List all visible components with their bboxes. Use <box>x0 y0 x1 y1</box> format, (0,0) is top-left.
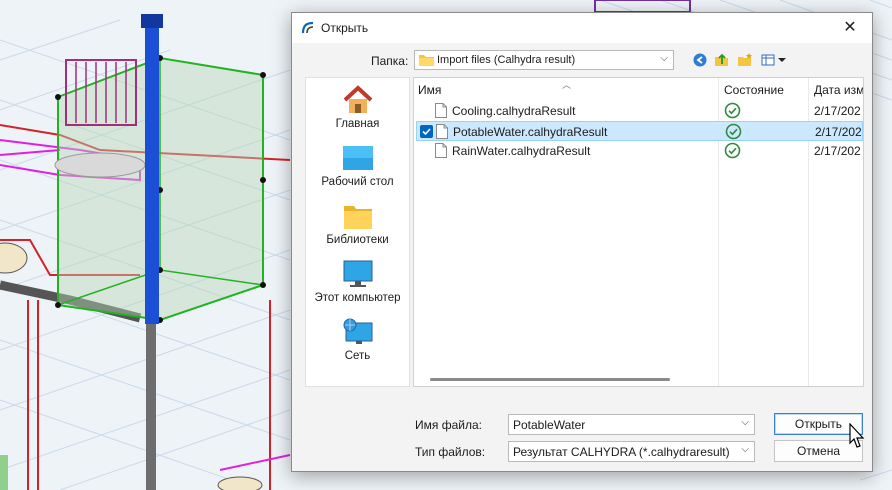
column-header-status[interactable]: Состояние <box>724 83 784 97</box>
filename-value: PotableWater <box>513 418 586 432</box>
place-this-pc[interactable]: Этот компьютер <box>306 257 409 313</box>
home-icon <box>343 85 372 113</box>
desktop-icon <box>342 146 373 170</box>
place-network[interactable]: Сеть <box>306 315 409 371</box>
close-button[interactable]: ✕ <box>828 13 872 43</box>
checkbox-checked-icon[interactable] <box>420 125 433 138</box>
chevron-down-icon: ⌵ <box>660 53 668 64</box>
network-icon <box>343 318 372 344</box>
file-name: RainWater.calhydraResult <box>452 144 591 158</box>
horizontal-scrollbar[interactable] <box>430 378 670 381</box>
app-logo-icon <box>301 21 314 34</box>
file-row[interactable]: RainWater.calhydraResult 2/17/202 <box>416 141 863 161</box>
close-icon: ✕ <box>843 19 857 36</box>
sort-ascending-icon: ︿ <box>562 80 572 90</box>
chevron-down-icon[interactable]: ⌵ <box>741 444 749 455</box>
place-label: Библиотеки <box>326 234 389 246</box>
view-menu-icon[interactable] <box>761 52 787 68</box>
document-icon <box>435 103 447 118</box>
up-folder-icon[interactable] <box>714 52 730 68</box>
place-home[interactable]: Главная <box>306 83 409 139</box>
place-libraries[interactable]: Библиотеки <box>306 199 409 255</box>
places-bar: Главная Рабочий стол Библиотеки Этот ком… <box>305 77 410 387</box>
file-row-selected[interactable]: PotableWater.calhydraResult 2/17/202 <box>416 121 863 141</box>
status-ok-icon <box>724 142 741 159</box>
new-folder-icon[interactable] <box>737 52 753 68</box>
place-label: Этот компьютер <box>314 292 401 304</box>
file-date: 2/17/202 <box>815 125 862 139</box>
filename-input[interactable]: PotableWater ⌵ <box>508 414 755 435</box>
column-header-name[interactable]: Имя <box>418 83 441 97</box>
open-file-dialog: Открыть ✕ Папка: Import files (Calhydra … <box>291 12 873 472</box>
dialog-titlebar: Открыть ✕ <box>292 13 872 43</box>
folder-icon <box>419 55 434 66</box>
libraries-icon <box>343 206 372 229</box>
dialog-title: Открыть <box>321 21 369 35</box>
status-ok-icon <box>725 123 742 140</box>
place-desktop[interactable]: Рабочий стол <box>306 141 409 197</box>
document-icon <box>435 143 447 158</box>
lookin-label: Папка: <box>371 54 409 68</box>
place-label: Сеть <box>344 350 371 362</box>
file-date: 2/17/202 <box>814 144 861 158</box>
place-label: Главная <box>335 118 380 130</box>
file-date: 2/17/202 <box>814 104 861 118</box>
status-ok-icon <box>724 102 741 119</box>
document-icon <box>436 124 448 139</box>
filetype-value: Результат CALHYDRA (*.calhydraresult) <box>513 445 730 459</box>
file-name: Cooling.calhydraResult <box>452 104 576 118</box>
this-pc-icon <box>343 260 372 287</box>
filename-label: Имя файла: <box>415 418 482 432</box>
back-icon[interactable] <box>692 52 708 68</box>
mouse-cursor-icon <box>849 423 865 448</box>
file-list[interactable]: Имя ︿ Состояние Дата изме Cooling.calhyd… <box>413 77 864 387</box>
file-name: PotableWater.calhydraResult <box>453 125 608 139</box>
filetype-select[interactable]: Результат CALHYDRA (*.calhydraresult) ⌵ <box>508 441 755 462</box>
place-label: Рабочий стол <box>321 176 394 188</box>
column-header-date[interactable]: Дата изме <box>814 83 863 97</box>
chevron-down-icon[interactable]: ⌵ <box>741 417 749 428</box>
lookin-combobox[interactable]: Import files (Calhydra result) ⌵ <box>414 50 674 70</box>
file-row[interactable]: Cooling.calhydraResult 2/17/202 <box>416 101 863 121</box>
filetype-label: Тип файлов: <box>415 445 486 459</box>
lookin-value: Import files (Calhydra result) <box>437 54 576 66</box>
